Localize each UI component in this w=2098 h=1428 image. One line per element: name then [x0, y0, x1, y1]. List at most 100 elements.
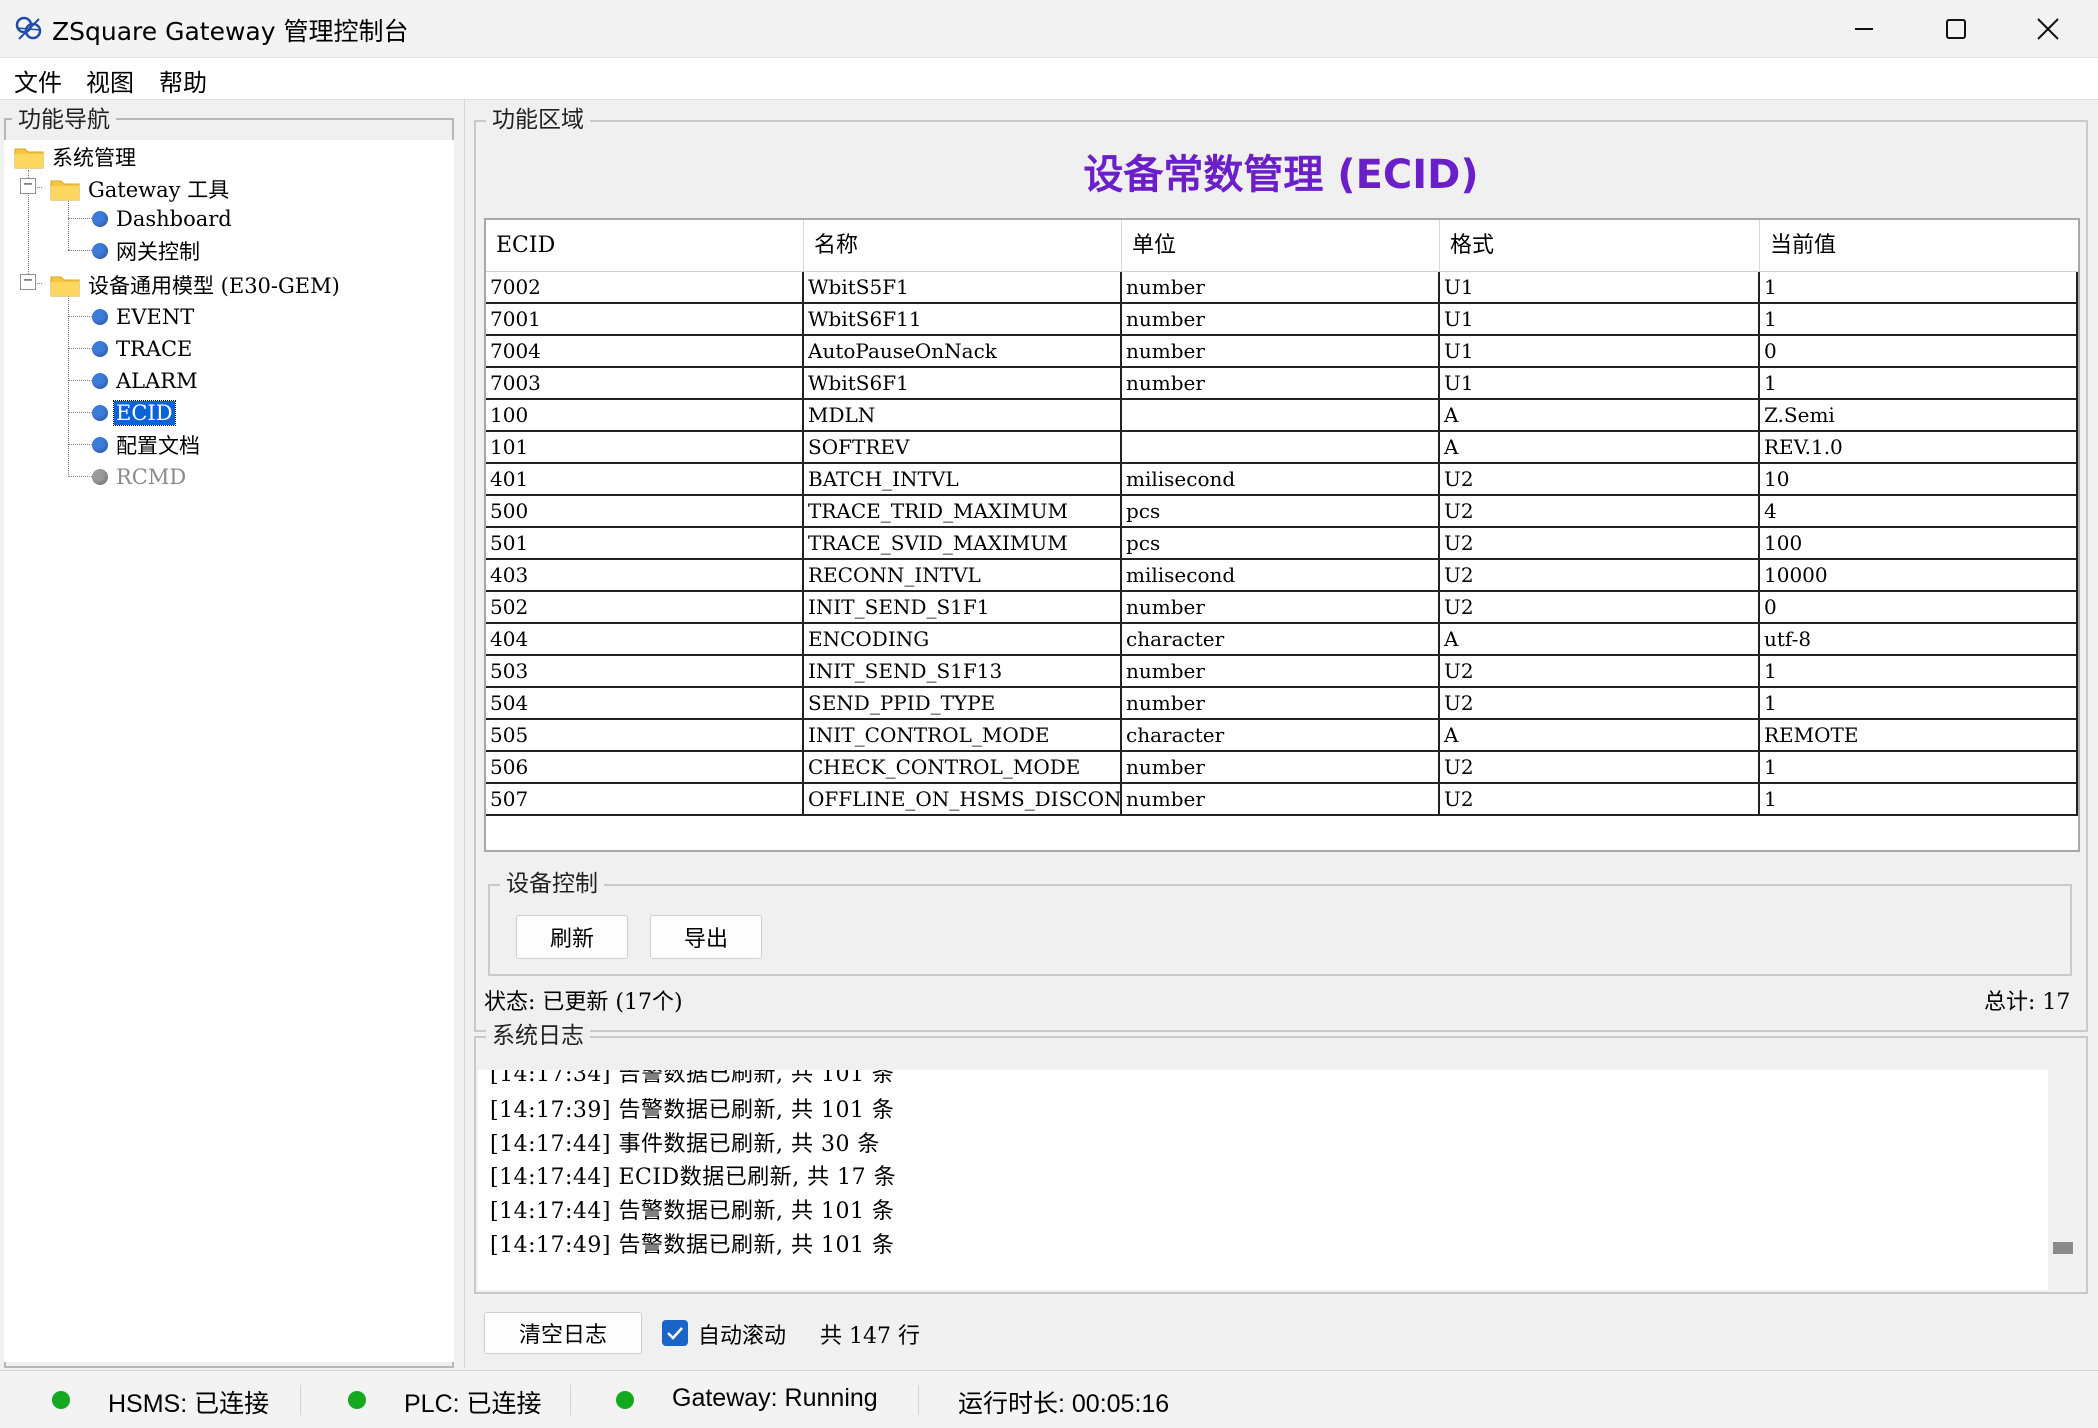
status-text: 状态: 已更新 (17个) — [484, 990, 683, 1015]
minimize-icon — [1855, 28, 1873, 30]
ecid-table[interactable]: ECID 名称 单位 格式 当前值 7002 WbitS5F1 number U1 1 7… — [484, 218, 2080, 852]
cell-ecid: 7004 — [486, 336, 804, 368]
export-button[interactable]: 导出 — [650, 915, 762, 959]
autoscroll-label[interactable]: 自动滚动 — [698, 1318, 786, 1350]
collapse-toggle[interactable]: − — [20, 274, 36, 290]
close-button[interactable] — [2002, 0, 2094, 58]
tree-item-alarm[interactable]: ALARM — [92, 366, 200, 396]
cell-unit: number — [1122, 304, 1440, 336]
cell-value: 1 — [1760, 304, 2078, 336]
table-row[interactable]: 506 CHECK_CONTROL_MODE number U2 1 — [486, 752, 2078, 784]
node-bullet-icon — [92, 437, 108, 453]
cell-value: 4 — [1760, 496, 2078, 528]
tree-item-rcmd[interactable]: RCMD — [92, 462, 188, 492]
clear-log-button[interactable]: 清空日志 — [484, 1312, 642, 1354]
table-row[interactable]: 7004 AutoPauseOnNack number U1 0 — [486, 336, 2078, 368]
table-row[interactable]: 507OFFLINE_ON_HSMS_DISCONNECTnumberU21 — [486, 784, 2078, 816]
folder-icon — [50, 180, 80, 201]
cell-format: U2 — [1440, 528, 1760, 560]
table-row[interactable]: 7001 WbitS6F11 number U1 1 — [486, 304, 2078, 336]
page-title: 设备常数管理 (ECID) — [1083, 152, 1479, 198]
cell-name: MDLN — [804, 400, 1122, 432]
tree-item-event[interactable]: EVENT — [92, 302, 196, 332]
tree-item-label: 设备通用模型 (E30-GEM) — [88, 274, 340, 298]
cell-ecid: 501 — [486, 528, 804, 560]
autoscroll-checkbox[interactable] — [662, 1320, 688, 1346]
cell-ecid: 7003 — [486, 368, 804, 400]
cell-unit: milisecond — [1122, 560, 1440, 592]
tree-guide-line — [68, 196, 69, 250]
tree-item-dashboard[interactable]: Dashboard — [92, 204, 234, 234]
cell-unit: number — [1122, 592, 1440, 624]
menu-file[interactable]: 文件 — [10, 63, 66, 98]
folder-icon — [50, 276, 80, 297]
collapse-toggle[interactable]: − — [20, 178, 36, 194]
menu-view[interactable]: 视图 — [82, 63, 138, 98]
table-row[interactable]: 505 INIT_CONTROL_MODE character A REMOTE — [486, 720, 2078, 752]
cell-ecid: 401 — [486, 464, 804, 496]
column-header-name[interactable]: 名称 — [804, 220, 1122, 272]
cell-value: 100 — [1760, 528, 2078, 560]
tree-item-gem-model[interactable]: 设备通用模型 (E30-GEM) — [50, 270, 342, 300]
table-row[interactable]: 7003 WbitS6F1 number U1 1 — [486, 368, 2078, 400]
cell-ecid: 502 — [486, 592, 804, 624]
cell-ecid: 7002 — [486, 272, 804, 304]
log-line: [14:17:44] 事件数据已刷新, 共 30 条 — [490, 1132, 880, 1157]
table-row[interactable]: 7002 WbitS5F1 number U1 1 — [486, 272, 2078, 304]
refresh-button[interactable]: 刷新 — [516, 915, 628, 959]
column-header-value[interactable]: 当前值 — [1760, 220, 2078, 272]
column-header-unit[interactable]: 单位 — [1122, 220, 1440, 272]
panel-splitter[interactable] — [460, 100, 472, 1368]
gateway-status: Gateway: Running — [672, 1384, 878, 1412]
tree-item-trace[interactable]: TRACE — [92, 334, 194, 364]
tree-item-gateway-control[interactable]: 网关控制 — [92, 236, 202, 266]
cell-name: CHECK_CONTROL_MODE — [804, 752, 1122, 784]
nav-group-title: 功能导航 — [12, 106, 116, 134]
cell-format: U1 — [1440, 304, 1760, 336]
node-bullet-icon — [92, 405, 108, 421]
table-row[interactable]: 503 INIT_SEND_S1F13 number U2 1 — [486, 656, 2078, 688]
column-header-format[interactable]: 格式 — [1440, 220, 1760, 272]
device-control-title: 设备控制 — [500, 870, 604, 898]
table-row[interactable]: 404 ENCODING character Autf-8 — [486, 624, 2078, 656]
tree-guide-line — [68, 412, 92, 413]
cell-unit: number — [1122, 688, 1440, 720]
status-separator — [570, 1385, 571, 1415]
cell-format: U1 — [1440, 368, 1760, 400]
plc-status: PLC: 已连接 — [404, 1390, 542, 1418]
title-bar: ZSquare Gateway 管理控制台 — [0, 0, 2098, 58]
cell-value: 0 — [1760, 336, 2078, 368]
table-row[interactable]: 101 SOFTREV A REV.1.0 — [486, 432, 2078, 464]
tree-item-ecid[interactable]: ECID — [92, 398, 176, 428]
cell-ecid: 506 — [486, 752, 804, 784]
cell-value: 1 — [1760, 752, 2078, 784]
minimize-button[interactable] — [1818, 0, 1910, 58]
node-bullet-icon — [92, 243, 108, 259]
log-line-count: 共 147 行 — [820, 1324, 920, 1349]
cell-name: TRACE_SVID_MAXIMUM — [804, 528, 1122, 560]
tree-guide-line — [68, 476, 92, 477]
table-row[interactable]: 501 TRACE_SVID_MAXIMUM pcs U2 100 — [486, 528, 2078, 560]
column-header-ecid[interactable]: ECID — [486, 220, 804, 272]
cell-name: ENCODING — [804, 624, 1122, 656]
tree-item-label: ALARM — [116, 369, 198, 393]
cell-ecid: 7001 — [486, 304, 804, 336]
cell-value: 1 — [1760, 784, 2078, 816]
table-row[interactable]: 100 MDLN A Z.Semi — [486, 400, 2078, 432]
tree-item-system-management[interactable]: 系统管理 — [14, 142, 138, 172]
log-scrollbar-thumb[interactable] — [2053, 1242, 2073, 1254]
maximize-button[interactable] — [1910, 0, 2002, 58]
folder-icon — [14, 148, 44, 169]
cell-unit: number — [1122, 368, 1440, 400]
log-textarea[interactable]: [14:17:34] 告警数据已刷新, 共 101 条 [14:17:39] 告… — [478, 1070, 2048, 1290]
table-row[interactable]: 502 INIT_SEND_S1F1 number U2 0 — [486, 592, 2078, 624]
cell-format: A — [1440, 624, 1760, 656]
tree-item-config-doc[interactable]: 配置文档 — [92, 430, 202, 460]
table-row[interactable]: 401 BATCH_INTVL milisecond U2 10 — [486, 464, 2078, 496]
table-row[interactable]: 403 RECONN_INTVL milisecond U2 10000 — [486, 560, 2078, 592]
table-row[interactable]: 504 SEND_PPID_TYPE number U2 1 — [486, 688, 2078, 720]
menu-help[interactable]: 帮助 — [155, 63, 211, 98]
table-row[interactable]: 500 TRACE_TRID_MAXIMUM pcs U2 4 — [486, 496, 2078, 528]
tree-item-gateway-tools[interactable]: Gateway 工具 — [50, 174, 231, 204]
cell-value: 1 — [1760, 368, 2078, 400]
